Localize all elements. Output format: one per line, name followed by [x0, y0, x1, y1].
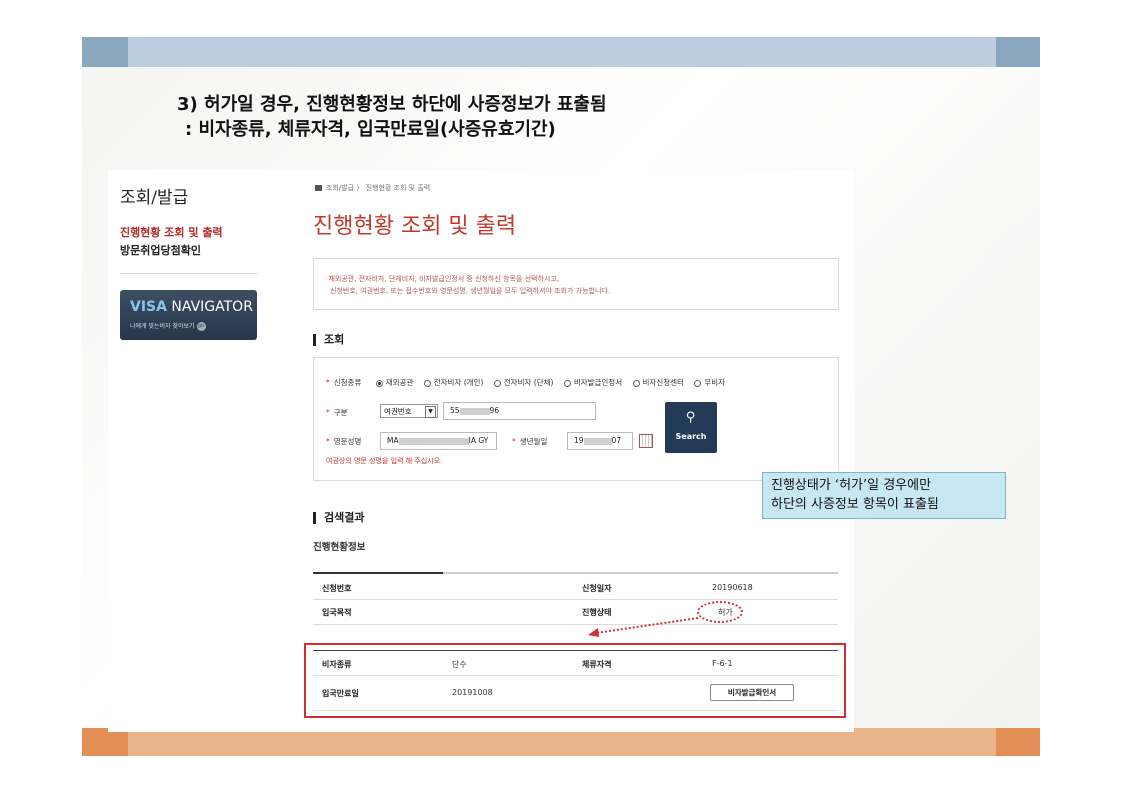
calendar-icon[interactable] [639, 434, 653, 448]
notice-line-1: · 재외공관, 전자비자, 단체비자, 비자발급인정서 중 신청하신 항목을 선… [324, 275, 560, 283]
division-row: * 구분 [326, 408, 348, 417]
top-band-right [996, 37, 1040, 67]
search-form: * 신청종류 재외공관 전자비자 (개인) 전자비자 (단체) 비자발급인정서 비… [313, 357, 839, 481]
home-icon[interactable] [315, 185, 322, 191]
sidebar-title: 조회/발급 [120, 188, 189, 208]
redaction [583, 437, 612, 445]
name-label: 영문성명 [333, 437, 362, 446]
birth-row: * 생년월일 [512, 437, 548, 446]
slide-title-line2: : 비자종류, 체류자격, 입국만료일(사증유효기간) [185, 119, 556, 140]
name-row: * 영문성명 [326, 437, 362, 446]
bottom-band [128, 728, 996, 756]
chevron-down-icon: ▼ [425, 406, 436, 418]
go-icon: go [196, 322, 206, 331]
table-row-key: 신청번호 [322, 584, 352, 593]
table-top-accent [313, 572, 443, 574]
row-divider [313, 624, 838, 625]
name-hint: 여권상의 영문 성명을 입력 해 주십시오. [326, 457, 443, 465]
radio-overseas[interactable] [375, 379, 383, 387]
page-title: 진행현황 조회 및 출력 [313, 214, 517, 239]
passport-number-input[interactable]: 55 96 [443, 402, 596, 420]
visa-info-highlight [304, 643, 846, 718]
sidebar-item-visit-employment[interactable]: 방문취업당첨확인 [120, 242, 201, 258]
callout-note: 진행상태가 ‘허가’일 경우에만 하단의 사증정보 항목이 표출됨 [762, 472, 1006, 519]
search-icon: ⚲ [685, 410, 696, 425]
sidebar-divider [120, 273, 258, 274]
english-name-input[interactable]: MA IA GY [380, 432, 497, 450]
table-row-value: 20190618 [712, 583, 753, 592]
radio-evisa-individual[interactable] [423, 379, 431, 387]
banner-visa-text: VISA [130, 299, 167, 315]
radio-visa-center[interactable] [632, 379, 640, 387]
arrow-line [595, 617, 699, 634]
birth-label: 생년월일 [519, 437, 548, 446]
search-section-title: 조회 [313, 334, 344, 346]
type-label: 신청종류 [333, 378, 362, 387]
bottom-band-right [996, 728, 1040, 756]
slide: 3) 허가일 경우, 진행현황정보 하단에 사증정보가 표출됨 : 비자종류, … [82, 37, 1040, 756]
visa-navigator-banner[interactable]: VISA NAVIGATOR 나에게 맞는비자 찾아보기 go [120, 290, 257, 340]
result-subtitle: 진행현황정보 [313, 542, 366, 553]
redaction [398, 437, 469, 445]
table-row-key: 입국목적 [322, 608, 352, 617]
birth-date-input[interactable]: 19 07 [567, 432, 633, 450]
radio-visa-free[interactable] [694, 379, 702, 387]
top-band [128, 37, 996, 67]
row-divider [313, 599, 838, 600]
slide-title: 3) 허가일 경우, 진행현황정보 하단에 사증정보가 표출됨 : 비자종류, … [177, 92, 607, 142]
arrow-icon [588, 617, 699, 637]
banner-subtext: 나에게 맞는비자 찾아보기 [130, 323, 195, 330]
notice-box: · 재외공관, 전자비자, 단체비자, 비자발급인정서 중 신청하신 항목을 선… [313, 258, 839, 310]
bottom-band-left [82, 728, 128, 756]
type-row: * 신청종류 재외공관 전자비자 (개인) 전자비자 (단체) 비자발급인정서 비… [326, 378, 726, 387]
result-section-title: 검색결과 [313, 512, 364, 524]
division-select[interactable]: 여권번호 ▼ [380, 404, 438, 418]
banner-navigator-text: NAVIGATOR [166, 299, 253, 315]
notice-line-2: 신청번호, 여권번호, 또는 접수번호와 영문성명, 생년월일을 모두 입력하셔… [330, 287, 611, 295]
radio-evisa-group[interactable] [493, 379, 501, 387]
top-band-left [82, 37, 128, 67]
callout-line2: 하단의 사증정보 항목이 표출됨 [771, 497, 939, 512]
breadcrumb-text: 조회/발급 〉 진행현황 조회 및 출력 [326, 184, 431, 192]
redaction [459, 407, 490, 415]
breadcrumb: 조회/발급 〉 진행현황 조회 및 출력 [315, 183, 430, 193]
arrow-head [588, 628, 599, 637]
division-label: 구분 [333, 408, 348, 417]
radio-certificate[interactable] [563, 379, 571, 387]
slide-title-line1: 3) 허가일 경우, 진행현황정보 하단에 사증정보가 표출됨 [177, 94, 607, 115]
search-button[interactable]: ⚲ Search [665, 402, 717, 453]
status-highlight-ellipse [697, 601, 743, 623]
callout-line1: 진행상태가 ‘허가’일 경우에만 [771, 478, 932, 493]
table-row-key: 신청일자 [582, 584, 612, 593]
search-button-label: Search [675, 432, 707, 441]
sidebar-item-progress[interactable]: 진행현황 조회 및 출력 [120, 224, 223, 240]
